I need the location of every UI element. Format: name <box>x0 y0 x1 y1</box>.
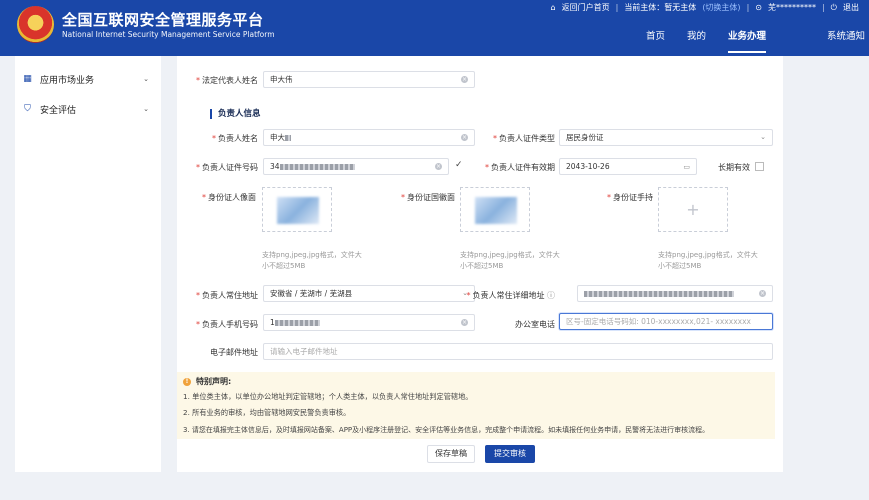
user-name[interactable]: 芜********** <box>768 2 816 13</box>
address-cascader[interactable]: 安徽省 / 芜湖市 / 芜湖县 ⌄ <box>263 285 475 302</box>
masked-text <box>285 135 291 141</box>
clear-icon[interactable]: × <box>435 163 442 170</box>
top-utility-bar: ⌂ 返回门户首页 | 当前主体：暂无主体 (切换主体) | ⊙ 芜*******… <box>551 2 859 13</box>
info-icon: ⓘ <box>547 291 555 300</box>
home-icon: ⌂ <box>550 3 556 12</box>
notice-line: 2. 所有业务的审核，均由管辖地网安民警负责审核。 <box>183 408 351 417</box>
top-header: 全国互联网安全管理服务平台 National Internet Security… <box>0 0 869 56</box>
email-input[interactable]: 请输入电子邮件地址 <box>263 343 773 360</box>
platform-subtitle: National Internet Security Management Se… <box>62 30 275 39</box>
legal-rep-label: * 法定代表人姓名 <box>196 76 258 85</box>
photo-front-upload[interactable] <box>262 187 332 232</box>
id-type-select[interactable]: 居民身份证 ⌄ <box>559 129 773 146</box>
notice-title: ! 特别声明: <box>183 376 231 387</box>
address-detail-label: * 负责人常住详细地址 ⓘ <box>466 291 555 300</box>
calendar-icon: ▭ <box>683 163 690 171</box>
check-icon: ✓ <box>455 160 463 170</box>
long-term-label: 长期有效 <box>718 163 750 172</box>
user-icon: ⊙ <box>755 3 762 12</box>
save-draft-button[interactable]: 保存草稿 <box>427 445 475 463</box>
masked-text <box>274 320 320 326</box>
notice-line: 3. 请您在填报完主体信息后，及时填报网站备案、APP及小程序注册登记、安全评估… <box>183 426 710 434</box>
entity-label: 当前主体：暂无主体 <box>624 3 697 12</box>
sidebar-item-app-market[interactable]: ▦ 应用市场业务 ⌄ <box>15 64 161 94</box>
id-type-label: * 负责人证件类型 <box>493 134 555 143</box>
clear-icon[interactable]: × <box>461 319 468 326</box>
sidebar-item-security-assessment[interactable]: ⛉ 安全评估 ⌄ <box>15 94 161 124</box>
divider: | <box>746 3 750 12</box>
office-phone-input[interactable]: 区号-固定电话号码如: 010-xxxxxxxx,021- xxxxxxxx <box>559 313 773 330</box>
upload-hint: 支持png,jpeg,jpg格式，文件大 小不超过5MB <box>460 251 560 270</box>
notice-line: 1. 单位类主体，以单位办公地址判定管辖地；个人类主体，以负责人常住地址判定管辖… <box>183 392 473 401</box>
special-notice: ! 特别声明: 1. 单位类主体，以单位办公地址判定管辖地；个人类主体，以负责人… <box>177 372 775 439</box>
email-label: 电子邮件地址 <box>210 348 258 357</box>
main-nav-right: 系统通知 <box>816 25 869 43</box>
chevron-down-icon: ⌄ <box>143 75 149 83</box>
chevron-down-icon: ⌄ <box>143 105 149 113</box>
clear-icon[interactable]: × <box>461 134 468 141</box>
legal-rep-input[interactable]: 申大伟 × <box>263 71 475 88</box>
photo-back-upload[interactable] <box>460 187 530 232</box>
police-emblem-logo <box>17 6 54 43</box>
id-photo-thumbnail <box>475 197 517 224</box>
long-term-checkbox[interactable] <box>755 162 764 171</box>
sidebar: ▦ 应用市场业务 ⌄ ⛉ 安全评估 ⌄ <box>15 56 161 472</box>
name-input[interactable]: 申大 × <box>263 129 475 146</box>
plus-icon: + <box>686 200 700 219</box>
section-title: 负责人信息 <box>210 109 261 119</box>
sidebar-item-label: 安全评估 <box>40 105 77 116</box>
name-label: * 负责人姓名 <box>212 134 258 143</box>
id-number-label: * 负责人证件号码 <box>196 163 258 172</box>
chevron-down-icon: ⌄ <box>760 133 766 141</box>
photo-back-label: * 身份证国徽面 <box>401 193 455 202</box>
id-photo-thumbnail <box>277 197 319 224</box>
photo-front-label: * 身份证人像面 <box>202 193 256 202</box>
phone-label: * 负责人手机号码 <box>196 320 258 329</box>
id-expiry-label: * 负责人证件有效期 <box>485 163 555 172</box>
phone-input[interactable]: 1 × <box>263 314 475 331</box>
office-phone-label: 办公室电话 <box>515 320 555 329</box>
shield-icon: ⛉ <box>24 103 31 114</box>
grid-icon: ▦ <box>23 73 32 84</box>
upload-hint: 支持png,jpeg,jpg格式，文件大 小不超过5MB <box>262 251 362 270</box>
clear-icon[interactable]: × <box>759 290 766 297</box>
nav-home[interactable]: 首页 <box>635 28 676 46</box>
sidebar-item-label: 应用市场业务 <box>40 75 95 86</box>
divider: | <box>615 3 619 12</box>
clear-icon[interactable]: × <box>461 76 468 83</box>
form-panel: * 法定代表人姓名 申大伟 × 负责人信息 * 负责人姓名 申大 × * 负责人证件类… <box>177 56 783 472</box>
address-detail-input[interactable]: × <box>577 285 773 302</box>
platform-title: 全国互联网安全管理服务平台 <box>62 11 264 29</box>
nav-mine[interactable]: 我的 <box>676 28 717 46</box>
nav-business[interactable]: 业务办理 <box>717 28 777 53</box>
address-label: * 负责人常住地址 <box>196 291 258 300</box>
id-number-input[interactable]: 34 × <box>263 158 449 175</box>
photo-hand-upload[interactable]: + <box>658 187 728 232</box>
masked-text <box>279 164 355 170</box>
nav-notifications[interactable]: 系统通知 <box>816 28 869 46</box>
power-icon: ⏻ <box>830 2 837 12</box>
main-nav: 首页 我的 业务办理 <box>635 25 777 53</box>
switch-entity-link[interactable]: (切换主体) <box>702 2 740 13</box>
divider: | <box>821 3 825 12</box>
id-expiry-date-input[interactable]: 2043-10-26 ▭ <box>559 158 697 175</box>
submit-review-button[interactable]: 提交审核 <box>485 445 535 463</box>
upload-hint: 支持png,jpeg,jpg格式，文件大 小不超过5MB <box>658 251 758 270</box>
logout-link[interactable]: 退出 <box>843 2 859 13</box>
warning-icon: ! <box>183 377 191 386</box>
masked-text <box>584 291 734 297</box>
photo-hand-label: * 身份证手持 <box>607 193 653 202</box>
home-link[interactable]: 返回门户首页 <box>562 2 610 13</box>
